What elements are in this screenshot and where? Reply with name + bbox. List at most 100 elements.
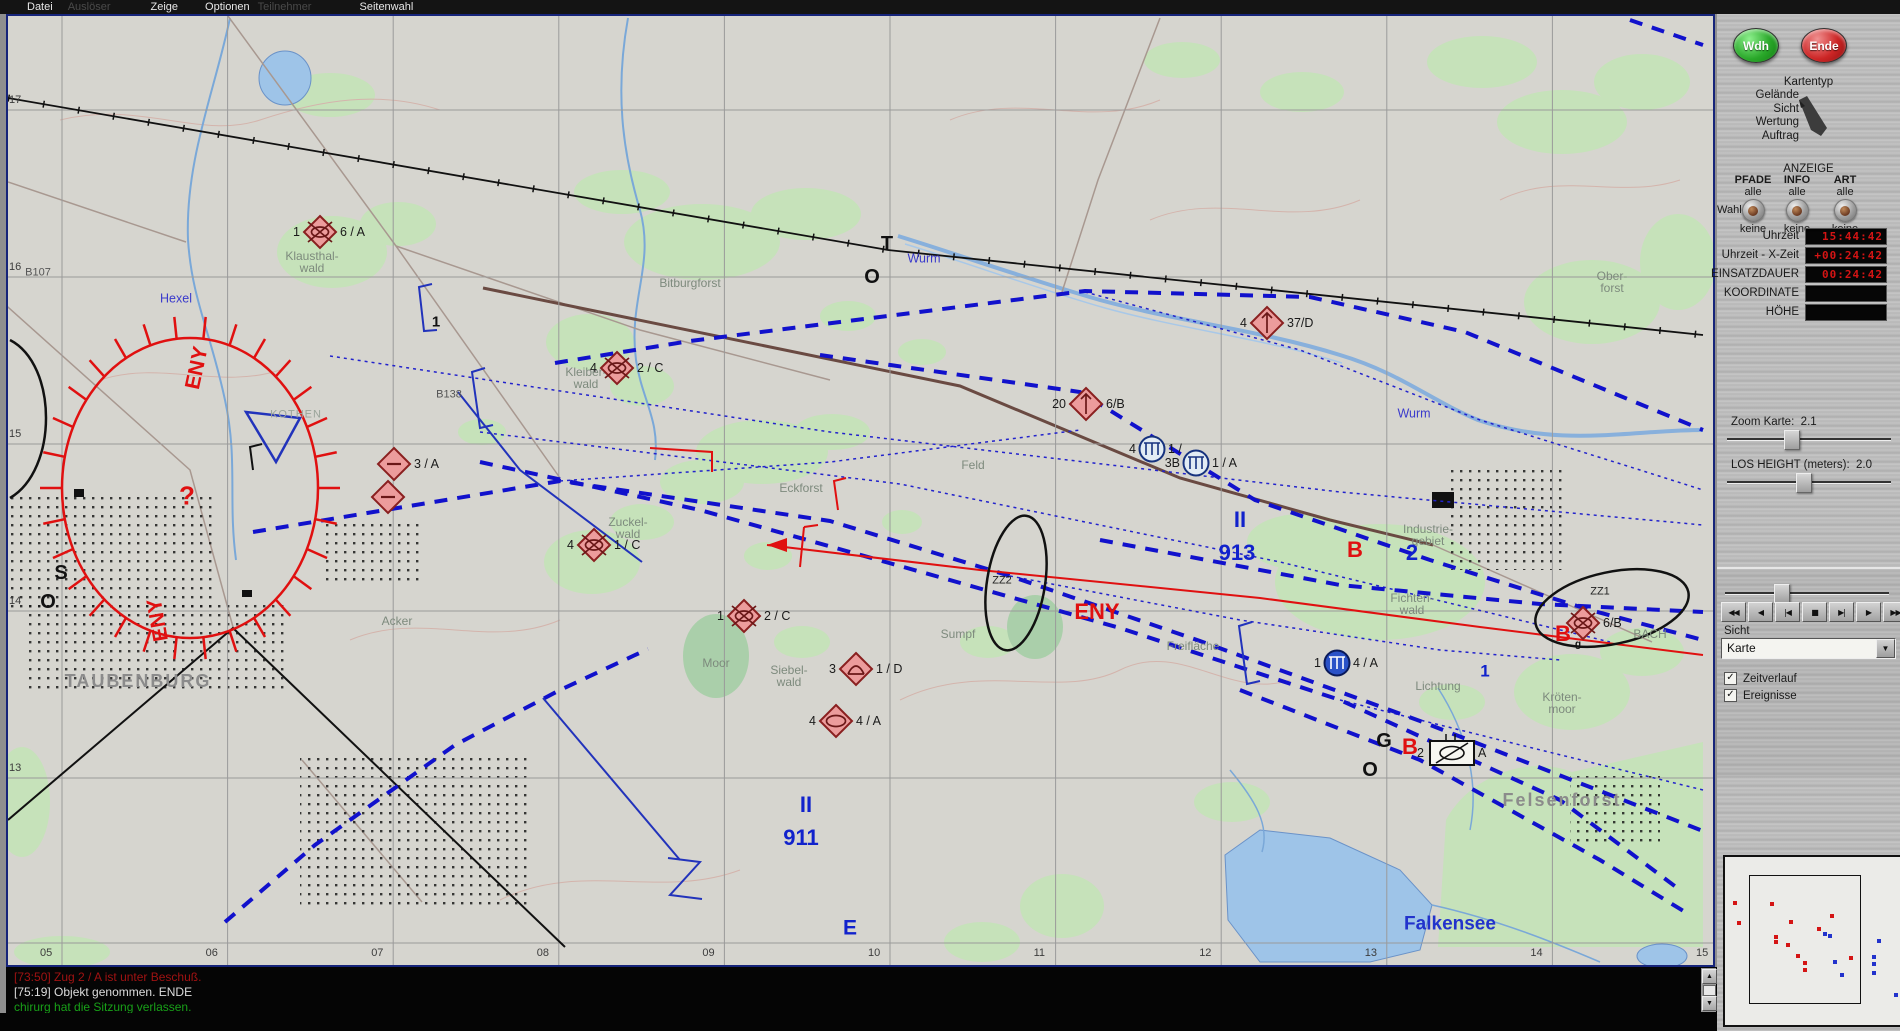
scroll-down-icon[interactable]: ▼ [1702, 996, 1717, 1011]
knob-title: INFO [1783, 174, 1811, 186]
ende-button[interactable]: Ende [1801, 28, 1847, 63]
minimap-unit-dot-red [1849, 956, 1853, 960]
zoom-slider-thumb[interactable] [1784, 430, 1800, 450]
log-message: chirurg hat die Sitzung verlassen. [14, 1000, 192, 1014]
sicht-dropdown[interactable]: Karte ▼ [1721, 638, 1896, 659]
checkbox-label: Ereignisse [1743, 689, 1797, 702]
fast-forward-button[interactable]: ▶▶ [1883, 602, 1900, 622]
pfade-knob[interactable] [1741, 199, 1765, 222]
kartentyp-option-sicht[interactable]: Sicht [1717, 103, 1799, 118]
playback-panel: ◀◀ ◀ |◀ ■ ▶| ▶ ▶▶ Sicht Karte ▼ ✓ Zeitverlauf ✓ E… [1717, 567, 1900, 775]
minimap-unit-dot-red [1786, 943, 1790, 947]
chevron-down-icon[interactable]: ▼ [1876, 639, 1895, 658]
menu-bar: Datei Auslöser Zeige Optionen Teilnehmer Seit… [0, 0, 1900, 14]
los-slider[interactable] [1727, 473, 1891, 493]
minimap-unit-dot-red [1803, 968, 1807, 972]
message-log: ▲ ▼ [73:50] Zug 2 / A ist unter Beschuß.… [6, 967, 1717, 1014]
svg-text:1: 1 [293, 225, 300, 239]
led-display [1805, 285, 1887, 302]
map-terrain [8, 16, 1713, 965]
minimap[interactable] [1723, 855, 1900, 1027]
pen-cursor-icon [1799, 96, 1827, 136]
minimap-unit-dot-blue [1872, 962, 1876, 966]
step-forward-button[interactable]: ▶| [1829, 602, 1854, 622]
sicht-selected-value: Karte [1727, 641, 1756, 655]
minimap-unit-dot-red [1774, 935, 1778, 939]
menu-item-optionen[interactable]: Optionen [205, 1, 250, 13]
svg-text:3: 3 [829, 662, 836, 676]
timeline-slider-thumb[interactable] [1774, 584, 1790, 604]
kartentyp-options: Gelände Sicht Wertung Auftrag [1717, 89, 1799, 145]
knob-top-label: alle [1744, 186, 1762, 198]
playback-buttons: ◀◀ ◀ |◀ ■ ▶| ▶ ▶▶ [1721, 602, 1900, 622]
menu-item-teilnehmer: Teilnehmer [257, 1, 312, 13]
scrollbar-thumb[interactable] [1703, 985, 1716, 996]
checkbox[interactable]: ✓ [1724, 689, 1737, 702]
minimap-unit-dot-red [1830, 914, 1834, 918]
field-label: HÖHE [1765, 306, 1799, 318]
svg-text:6/B: 6/B [1603, 616, 1622, 630]
play-reverse-button[interactable]: ◀ [1748, 602, 1773, 622]
minimap-unit-dot-blue [1833, 960, 1837, 964]
stop-button[interactable]: ■ [1802, 602, 1827, 622]
minimap-unit-dot-red [1770, 902, 1774, 906]
wdh-button[interactable]: Wdh [1733, 28, 1779, 63]
knob-pointer [1840, 205, 1850, 216]
info-knob[interactable] [1785, 199, 1809, 222]
svg-text:1 / D: 1 / D [876, 662, 902, 676]
zoom-slider[interactable] [1727, 430, 1891, 450]
menu-item-auslöser: Auslöser [67, 1, 111, 13]
minimap-unit-dot-red [1817, 927, 1821, 931]
step-back-button[interactable]: |◀ [1775, 602, 1800, 622]
svg-text:4 / A: 4 / A [1353, 656, 1379, 670]
svg-text:6 / A: 6 / A [340, 225, 366, 239]
led-value: 00:24:42 [1822, 268, 1883, 281]
timeline-slider[interactable] [1725, 584, 1889, 604]
los-slider-label: LOS HEIGHT (meters): 2.0 [1731, 459, 1873, 471]
minimap-unit-dot-blue [1894, 993, 1898, 997]
arc-left [9, 338, 48, 500]
svg-text:2: 2 [1417, 746, 1424, 760]
svg-text:4 / A: 4 / A [856, 714, 882, 728]
knob-title: ART [1833, 174, 1857, 186]
minimap-viewport[interactable] [1749, 875, 1861, 1004]
svg-text:37/D: 37/D [1287, 316, 1313, 330]
svg-text:4: 4 [1129, 442, 1136, 456]
wahl-label: Wahl [1717, 204, 1742, 216]
svg-text:3B: 3B [1165, 456, 1180, 470]
scroll-up-icon[interactable]: ▲ [1702, 969, 1717, 984]
los-slider-thumb[interactable] [1796, 473, 1812, 493]
kartentyp-option-wertung[interactable]: Wertung [1717, 116, 1799, 131]
svg-text:20: 20 [1052, 397, 1066, 411]
kartentyp-option-gelände[interactable]: Gelände [1717, 89, 1799, 104]
svg-text:A: A [1478, 746, 1487, 760]
minimap-unit-dot-red [1774, 940, 1778, 944]
svg-text:1 / C: 1 / C [614, 538, 640, 552]
option-checkboxes: ✓ Zeitverlauf ✓ Ereignisse [1724, 670, 1797, 704]
svg-text:6/B: 6/B [1106, 397, 1125, 411]
message-log-scrollbar[interactable]: ▲ ▼ [1701, 968, 1717, 1012]
lines-solid-blue [417, 283, 1261, 900]
zoom-value: 2.1 [1800, 416, 1817, 428]
minimap-unit-dot-red [1789, 920, 1793, 924]
minimap-unit-dot-red [1737, 921, 1741, 925]
field-label: Uhrzeit [1762, 230, 1799, 242]
fast-rewind-button[interactable]: ◀◀ [1721, 602, 1746, 622]
svg-text:2 / C: 2 / C [637, 361, 663, 375]
art-knob[interactable] [1833, 199, 1857, 222]
svg-text:1: 1 [1314, 656, 1321, 670]
checkbox[interactable]: ✓ [1724, 672, 1737, 685]
led-display [1805, 304, 1887, 321]
minimap-unit-dot-red [1733, 901, 1737, 905]
led-display: +00:24:42 [1805, 247, 1887, 264]
led-value: +00:24:42 [1814, 249, 1883, 262]
play-button[interactable]: ▶ [1856, 602, 1881, 622]
triangle-blue [243, 410, 302, 465]
map-area[interactable]: Klausthal- wald Bitburgforst Kleiber- wald… [6, 14, 1715, 967]
knob-pointer [1748, 205, 1758, 216]
kartentyp-option-auftrag[interactable]: Auftrag [1717, 130, 1799, 145]
menu-item-seitenwahl[interactable]: Seitenwahl [359, 1, 413, 13]
minimap-unit-dot-blue [1828, 934, 1832, 938]
menu-item-zeige[interactable]: Zeige [150, 1, 178, 13]
menu-item-datei[interactable]: Datei [27, 1, 53, 13]
